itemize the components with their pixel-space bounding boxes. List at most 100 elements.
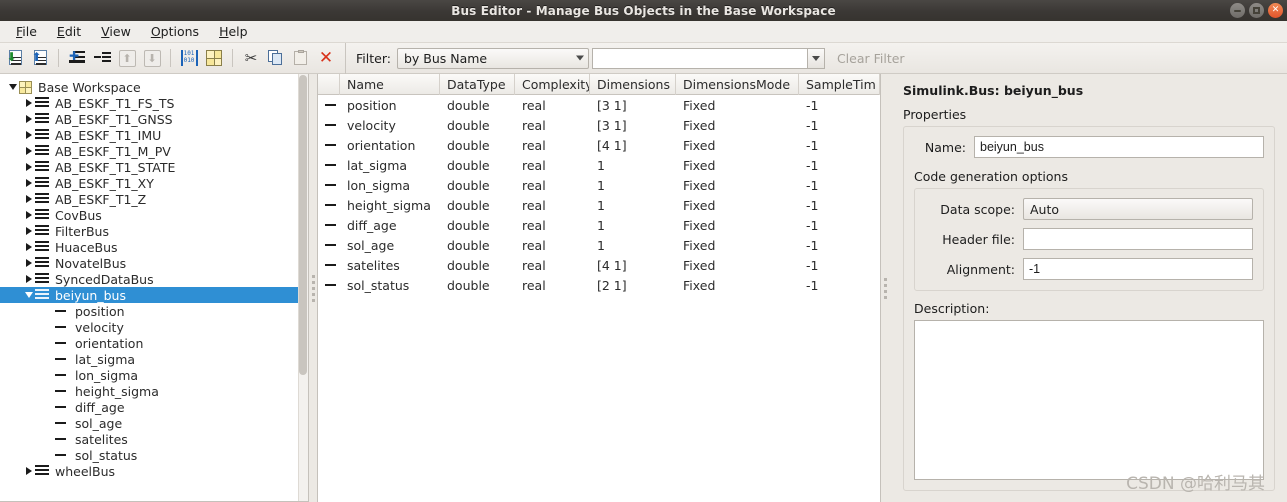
delete-button[interactable]: ✕ <box>315 47 337 69</box>
tree-element-9[interactable]: sol_status <box>0 447 308 463</box>
tree-item-beiyun-bus[interactable]: beiyun_bus <box>0 287 308 303</box>
maximize-button[interactable] <box>1249 3 1264 18</box>
chevron-right-icon[interactable] <box>22 195 35 203</box>
paste-button[interactable] <box>290 47 312 69</box>
chevron-right-icon[interactable] <box>22 163 35 171</box>
tree-item-bus-9[interactable]: HuaceBus <box>0 239 308 255</box>
table-row[interactable]: orientation double real [4 1] Fixed -1 <box>318 135 880 155</box>
bit-fields-button[interactable]: 101 010 <box>178 47 200 69</box>
menu-edit[interactable]: Edit <box>47 22 91 41</box>
table-row[interactable]: velocity double real [3 1] Fixed -1 <box>318 115 880 135</box>
tree-element-6[interactable]: diff_age <box>0 399 308 415</box>
table-header-complexity[interactable]: Complexity <box>515 74 590 95</box>
tree-element-8[interactable]: satelites <box>0 431 308 447</box>
import-bus-button[interactable]: ⬇ <box>4 47 26 69</box>
menu-file[interactable]: File <box>6 22 47 41</box>
datascope-select[interactable]: Auto <box>1023 198 1253 220</box>
export-bus-icon: ⬆ <box>32 49 49 67</box>
chevron-right-icon[interactable] <box>22 467 35 475</box>
left-splitter[interactable] <box>309 74 318 502</box>
minimize-button[interactable] <box>1230 3 1245 18</box>
tree-item-bus-10[interactable]: NovatelBus <box>0 255 308 271</box>
table-row[interactable]: height_sigma double real 1 Fixed -1 <box>318 195 880 215</box>
tree-item-base-workspace[interactable]: Base Workspace <box>0 79 308 95</box>
menu-help[interactable]: Help <box>209 22 258 41</box>
table-header-sampletime[interactable]: SampleTim <box>799 74 880 95</box>
tree-scrollbar-thumb[interactable] <box>299 75 307 375</box>
tree-item-bus-5[interactable]: AB_ESKF_T1_XY <box>0 175 308 191</box>
tree-item-bus-0[interactable]: AB_ESKF_T1_FS_TS <box>0 95 308 111</box>
cell-sampletime: -1 <box>806 177 819 193</box>
tree-element-3[interactable]: lat_sigma <box>0 351 308 367</box>
table-header-name[interactable]: Name <box>340 74 440 95</box>
menu-options[interactable]: Options <box>141 22 209 41</box>
tree-item-bus-11[interactable]: SyncedDataBus <box>0 271 308 287</box>
table-row[interactable]: diff_age double real 1 Fixed -1 <box>318 215 880 235</box>
table-row[interactable]: satelites double real [4 1] Fixed -1 <box>318 255 880 275</box>
menu-edit-rest: dit <box>64 24 82 39</box>
description-textarea[interactable] <box>914 320 1264 480</box>
right-splitter[interactable] <box>880 74 889 502</box>
table-header-datatype[interactable]: DataType <box>440 74 515 95</box>
export-bus-button[interactable]: ⬆ <box>29 47 51 69</box>
tree-item-bus-6[interactable]: AB_ESKF_T1_Z <box>0 191 308 207</box>
filter-input[interactable] <box>591 47 807 69</box>
bus-icon <box>35 160 49 174</box>
copy-button[interactable] <box>265 47 287 69</box>
tree-element-0[interactable]: position <box>0 303 308 319</box>
move-up-button[interactable]: ⬆ <box>116 47 138 69</box>
close-button[interactable]: ✕ <box>1268 3 1283 18</box>
table-row[interactable]: sol_status double real [2 1] Fixed -1 <box>318 275 880 295</box>
tree-element-1[interactable]: velocity <box>0 319 308 335</box>
tree-item-bus-4[interactable]: AB_ESKF_T1_STATE <box>0 159 308 175</box>
chevron-right-icon[interactable] <box>22 115 35 123</box>
filter-history-button[interactable] <box>806 47 825 69</box>
tree-item-bus-1[interactable]: AB_ESKF_T1_GNSS <box>0 111 308 127</box>
chevron-right-icon[interactable] <box>22 179 35 187</box>
chevron-right-icon[interactable] <box>22 227 35 235</box>
add-bus-button[interactable]: ✚ <box>66 47 88 69</box>
alignment-input[interactable] <box>1023 258 1253 280</box>
chevron-down-icon[interactable] <box>22 292 35 298</box>
table-header-dimensions[interactable]: Dimensions <box>590 74 676 95</box>
table-row[interactable]: sol_age double real 1 Fixed -1 <box>318 235 880 255</box>
cell-dimensionsmode: Fixed <box>683 137 716 153</box>
table-header-dimensionsmode[interactable]: DimensionsMode <box>676 74 799 95</box>
chevron-down-icon[interactable] <box>6 84 19 90</box>
tree-item-label: FilterBus <box>55 223 109 239</box>
table-row[interactable]: lat_sigma double real 1 Fixed -1 <box>318 155 880 175</box>
chevron-right-icon[interactable] <box>22 275 35 283</box>
table-row[interactable]: position double real [3 1] Fixed -1 <box>318 95 880 115</box>
chevron-right-icon[interactable] <box>22 131 35 139</box>
tree-item-bus-7[interactable]: CovBus <box>0 207 308 223</box>
name-input[interactable] <box>974 136 1264 158</box>
bus-icon <box>35 464 49 478</box>
tree-item-wheelbus[interactable]: wheelBus <box>0 463 308 479</box>
move-down-button[interactable]: ⬇ <box>141 47 163 69</box>
tree-element-4[interactable]: lon_sigma <box>0 367 308 383</box>
tree-item-bus-8[interactable]: FilterBus <box>0 223 308 239</box>
chevron-right-icon[interactable] <box>22 211 35 219</box>
tree-scrollbar[interactable] <box>298 74 308 501</box>
chevron-right-icon[interactable] <box>22 259 35 267</box>
tree-element-7[interactable]: sol_age <box>0 415 308 431</box>
add-bus-element-button[interactable] <box>91 47 113 69</box>
filter-mode-select[interactable]: by Bus Name <box>396 47 589 69</box>
chevron-right-icon[interactable] <box>22 99 35 107</box>
tree-item-label: AB_ESKF_T1_GNSS <box>55 111 173 127</box>
menu-view[interactable]: View <box>91 22 141 41</box>
tree-item-bus-2[interactable]: AB_ESKF_T1_IMU <box>0 127 308 143</box>
bus-icon <box>35 144 49 158</box>
tree-item-bus-3[interactable]: AB_ESKF_T1_M_PV <box>0 143 308 159</box>
cell-complexity: real <box>522 277 546 293</box>
chevron-right-icon[interactable] <box>22 243 35 251</box>
splitter-grip-icon <box>311 274 315 302</box>
headerfile-input[interactable] <box>1023 228 1253 250</box>
chevron-right-icon[interactable] <box>22 147 35 155</box>
cut-button[interactable]: ✂ <box>240 47 262 69</box>
clear-filter-button[interactable]: Clear Filter <box>837 51 905 66</box>
tree-element-5[interactable]: height_sigma <box>0 383 308 399</box>
tree-element-2[interactable]: orientation <box>0 335 308 351</box>
table-row[interactable]: lon_sigma double real 1 Fixed -1 <box>318 175 880 195</box>
base-workspace-button[interactable] <box>203 47 225 69</box>
